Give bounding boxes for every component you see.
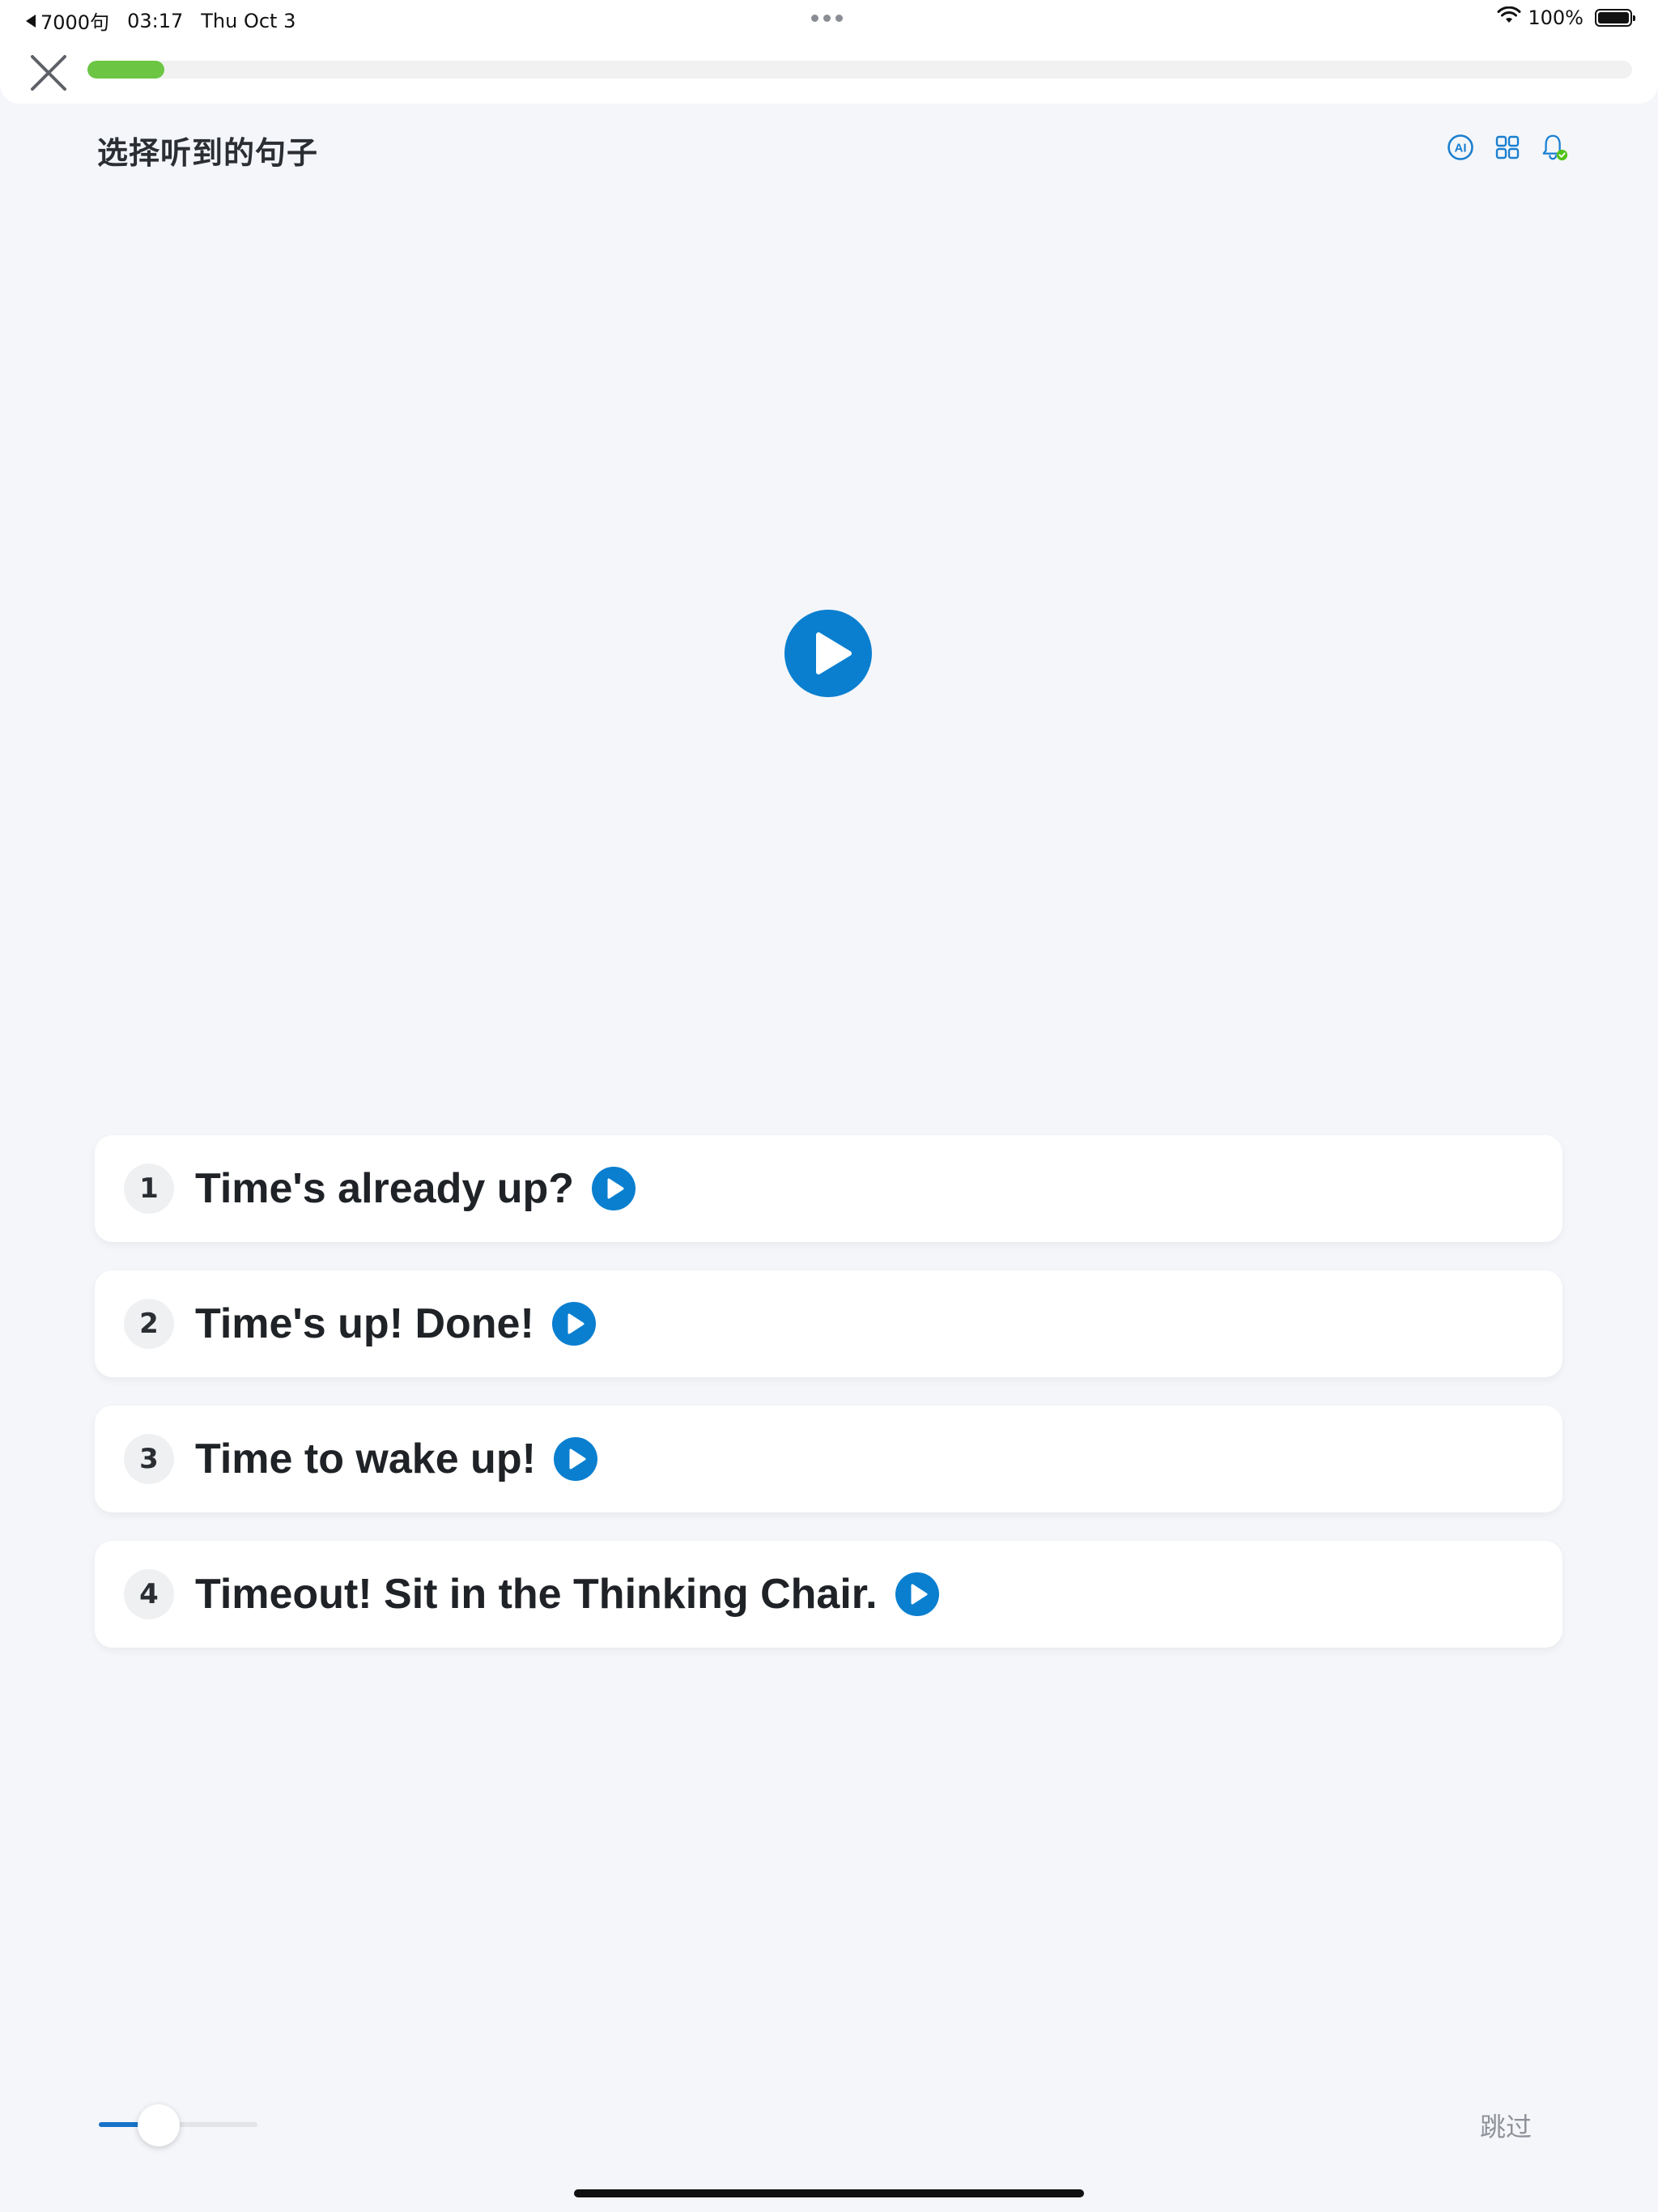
option-card-3[interactable]: 3 Time to wake up! (95, 1406, 1562, 1512)
status-bar: 7000句 03:17 Thu Oct 3 100% (0, 0, 1658, 39)
ai-icon: AI (1448, 134, 1473, 160)
play-audio-button[interactable] (784, 610, 872, 697)
status-date: Thu Oct 3 (201, 9, 296, 32)
battery-percent: 100% (1528, 6, 1584, 29)
play-icon (911, 1584, 928, 1605)
option-number: 4 (124, 1569, 174, 1619)
play-icon (607, 1178, 624, 1199)
status-time: 03:17 (127, 9, 184, 32)
wifi-icon (1497, 6, 1521, 29)
option-play-button[interactable] (895, 1572, 939, 1616)
option-text: Time's already up? (195, 1165, 575, 1212)
option-play-button[interactable] (592, 1167, 636, 1210)
playback-speed-slider[interactable] (99, 2104, 257, 2146)
battery-icon (1595, 9, 1635, 27)
answer-options: 1 Time's already up? 2 Time's up! Done! … (95, 1135, 1562, 1676)
close-icon (31, 55, 66, 91)
option-play-button[interactable] (551, 1302, 596, 1346)
lesson-header (0, 39, 1658, 104)
ai-button[interactable]: AI (1446, 133, 1475, 162)
option-number: 2 (124, 1299, 174, 1349)
play-icon (816, 632, 852, 674)
option-text: Time to wake up! (195, 1436, 536, 1482)
option-number: 1 (124, 1163, 174, 1214)
slider-thumb[interactable] (138, 2104, 181, 2146)
back-arrow-icon[interactable] (26, 14, 36, 28)
toolbar: AI (1446, 133, 1569, 162)
option-card-2[interactable]: 2 Time's up! Done! (95, 1270, 1562, 1377)
option-text: Time's up! Done! (195, 1300, 534, 1347)
lesson-progress-bar (87, 61, 1632, 79)
notification-button[interactable] (1540, 133, 1569, 162)
grid-button[interactable] (1493, 133, 1522, 162)
status-bar-left: 7000句 03:17 Thu Oct 3 (26, 6, 295, 35)
multitasking-dots-icon[interactable] (811, 15, 843, 22)
svg-text:AI: AI (1455, 142, 1467, 155)
grid-icon (1495, 135, 1520, 160)
option-text: Timeout! Sit in the Thinking Chair. (195, 1571, 878, 1618)
option-card-4[interactable]: 4 Timeout! Sit in the Thinking Chair. (95, 1541, 1562, 1648)
lesson-progress-fill (87, 61, 165, 79)
close-button[interactable] (24, 49, 73, 97)
option-card-1[interactable]: 1 Time's already up? (95, 1135, 1562, 1242)
home-indicator[interactable] (574, 2189, 1084, 2197)
play-icon (569, 1448, 586, 1470)
bell-icon (1542, 134, 1568, 161)
option-number: 3 (124, 1434, 174, 1484)
play-icon (568, 1313, 585, 1334)
back-app-label[interactable]: 7000句 (40, 6, 109, 35)
page-title: 选择听到的句子 (97, 135, 319, 171)
status-bar-right: 100% (1497, 6, 1635, 29)
skip-button[interactable]: 跳过 (1480, 2107, 1532, 2144)
option-play-button[interactable] (553, 1437, 597, 1481)
